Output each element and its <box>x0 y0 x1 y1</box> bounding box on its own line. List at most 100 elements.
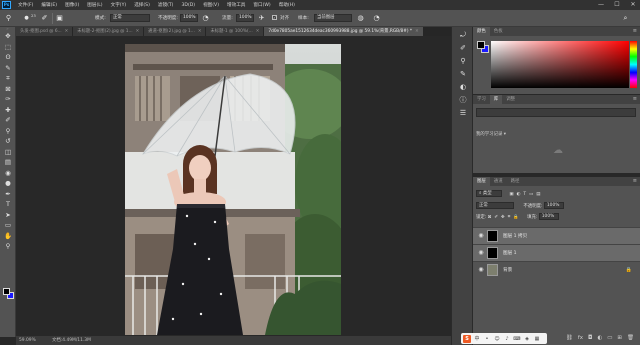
delete-icon[interactable]: 🗑 <box>627 335 634 341</box>
healing-icon[interactable]: ✚ <box>0 105 16 116</box>
voice-icon[interactable]: ♪ <box>503 336 511 342</box>
sample-select[interactable]: 当前图层 <box>314 14 352 22</box>
type-icon[interactable]: T <box>0 199 16 210</box>
library-dropdown[interactable]: 我的学习记录 ▾ <box>476 131 536 139</box>
toolbox-icon[interactable]: ▦ <box>533 336 541 342</box>
punctuation-icon[interactable]: • <box>483 336 491 342</box>
tab-adjustments[interactable]: 调整 <box>502 95 519 104</box>
menu-window[interactable]: 窗口(W) <box>249 2 274 8</box>
fx-icon[interactable]: fx <box>578 335 583 341</box>
hue-slider[interactable] <box>630 41 637 88</box>
brush-settings-icon[interactable]: ✐ <box>452 42 474 55</box>
library-search-input[interactable] <box>476 108 636 117</box>
minimize-button[interactable]: — <box>596 0 606 10</box>
tab-document-3[interactable]: 通道-抠图(2).jpg @ 1... ✕ <box>144 27 207 36</box>
brushes-icon[interactable]: ✎ <box>452 68 474 81</box>
lock-icon[interactable]: 🔒 <box>626 267 632 273</box>
tab-document-active[interactable]: 7d0e7805ae1512634deac360993988.jpg @ 59.… <box>264 27 424 36</box>
visibility-eye-icon[interactable]: ◉ <box>477 232 485 240</box>
gradient-icon[interactable]: ▤ <box>0 157 16 168</box>
clone-stamp-icon[interactable]: ⚲ <box>0 126 16 137</box>
flow-field[interactable]: 100% <box>236 14 254 22</box>
airbrush-icon[interactable]: ✈ <box>257 14 266 23</box>
lock-icons[interactable]: ⊠✐✥⌗🔒 <box>488 215 522 220</box>
lasso-icon[interactable]: ʘ <box>0 52 16 63</box>
visibility-eye-icon[interactable]: ◉ <box>477 266 485 274</box>
menu-help[interactable]: 帮助(H) <box>275 2 299 8</box>
tab-document-1[interactable]: 头发-抠图.psd @ 6... ✕ <box>16 27 74 36</box>
close-button[interactable]: ✕ <box>628 0 638 10</box>
tab-document-4[interactable]: 未标题-1 @ 100%(... ✕ <box>206 27 265 36</box>
menu-plugins[interactable]: 增效工具 <box>223 2 249 8</box>
close-tab-icon[interactable]: ✕ <box>65 29 69 34</box>
tab-learn[interactable]: 学习 <box>473 95 490 104</box>
tab-color[interactable]: 颜色 <box>473 27 490 36</box>
blur-icon[interactable]: ◉ <box>0 168 16 179</box>
adjustments-icon[interactable]: ◐ <box>452 81 474 94</box>
close-tab-icon[interactable]: ✕ <box>256 29 260 34</box>
mask-icon[interactable]: ◘ <box>588 335 592 341</box>
sogou-logo-icon[interactable]: S <box>463 334 471 343</box>
menu-edit[interactable]: 编辑(E) <box>37 2 61 8</box>
visibility-eye-icon[interactable]: ◉ <box>477 249 485 257</box>
panel-menu-icon[interactable]: ≡ <box>633 177 637 186</box>
hand-icon[interactable]: ✋ <box>0 231 16 242</box>
properties-icon[interactable]: ☰ <box>452 107 474 120</box>
clone-source-panel-icon[interactable]: ⚲ <box>452 55 474 68</box>
tab-channels[interactable]: 通道 <box>490 177 507 186</box>
pressure-size-icon[interactable]: ◔ <box>372 14 381 23</box>
ignore-adjustment-icon[interactable]: ◍ <box>356 14 365 23</box>
color-swatches[interactable] <box>3 288 14 299</box>
menu-view[interactable]: 视图(V) <box>199 2 223 8</box>
filter-icons[interactable]: ▣◐T▭▤ <box>509 192 543 197</box>
menu-select[interactable]: 选择(S) <box>130 2 154 8</box>
link-icon[interactable]: ⛓ <box>566 335 573 341</box>
tab-layers[interactable]: 图层 <box>473 177 490 186</box>
blend-mode-select[interactable]: 正常 <box>476 202 514 209</box>
close-tab-icon[interactable]: ✕ <box>198 29 202 34</box>
history-icon[interactable]: ⤾ <box>452 29 474 42</box>
rectangle-icon[interactable]: ▭ <box>0 220 16 231</box>
history-brush-icon[interactable]: ↺ <box>0 136 16 147</box>
menu-3d[interactable]: 3D(D) <box>177 3 199 8</box>
close-tab-icon[interactable]: ✕ <box>136 29 140 34</box>
foreground-color-swatch[interactable] <box>3 288 10 295</box>
foreground-color-swatch[interactable] <box>477 41 485 49</box>
tab-document-2[interactable]: 未标题-2-抠图(2).jpg @ 1... ✕ <box>73 27 145 36</box>
pressure-opacity-icon[interactable]: ◔ <box>201 14 210 23</box>
zoom-icon[interactable]: ⚲ <box>0 241 16 252</box>
panel-menu-icon[interactable]: ≡ <box>633 95 637 104</box>
skin-icon[interactable]: ◈ <box>523 336 531 342</box>
panel-menu-icon[interactable]: ≡ <box>633 27 637 36</box>
group-icon[interactable]: ▭ <box>607 335 612 341</box>
adjustment-icon[interactable]: ◐ <box>597 335 602 341</box>
info-icon[interactable]: ⓘ <box>452 94 474 107</box>
eraser-icon[interactable]: ◫ <box>0 147 16 158</box>
color-field[interactable] <box>491 41 629 88</box>
menu-type[interactable]: 文字(Y) <box>107 2 131 8</box>
brush-icon[interactable]: ✐ <box>0 115 16 126</box>
tab-libraries[interactable]: 库 <box>489 95 503 104</box>
zoom-level[interactable]: 59.09% <box>19 336 36 345</box>
menu-file[interactable]: 文件(F) <box>14 2 37 8</box>
dodge-icon[interactable]: ● <box>0 178 16 189</box>
clone-source-icon[interactable]: ▣ <box>55 14 64 23</box>
opacity-field[interactable]: 100% <box>180 14 198 22</box>
photoshop-logo-icon[interactable]: Ps <box>2 1 11 9</box>
path-select-icon[interactable]: ➤ <box>0 210 16 221</box>
keyboard-icon[interactable]: ⌨ <box>513 336 521 342</box>
brush-preset-icon[interactable]: ● <box>22 14 31 23</box>
marquee-icon[interactable]: ⬚ <box>0 42 16 53</box>
document-image[interactable] <box>125 44 341 335</box>
frame-icon[interactable]: ⊠ <box>0 84 16 95</box>
align-checkbox[interactable]: ✓ <box>272 15 277 20</box>
quick-select-icon[interactable]: ✎ <box>0 63 16 74</box>
tab-swatches[interactable]: 色板 <box>490 27 507 36</box>
layer-row[interactable]: ◉ 背景 🔒 <box>473 261 640 278</box>
canvas-area[interactable] <box>16 36 451 336</box>
layer-row[interactable]: ◉ 图层 1 拷贝 <box>473 227 640 244</box>
close-tab-icon[interactable]: ✕ <box>415 29 419 34</box>
fill-field[interactable]: 100% <box>538 213 559 220</box>
crop-icon[interactable]: ⌗ <box>0 73 16 84</box>
menu-image[interactable]: 图像(I) <box>61 2 83 8</box>
